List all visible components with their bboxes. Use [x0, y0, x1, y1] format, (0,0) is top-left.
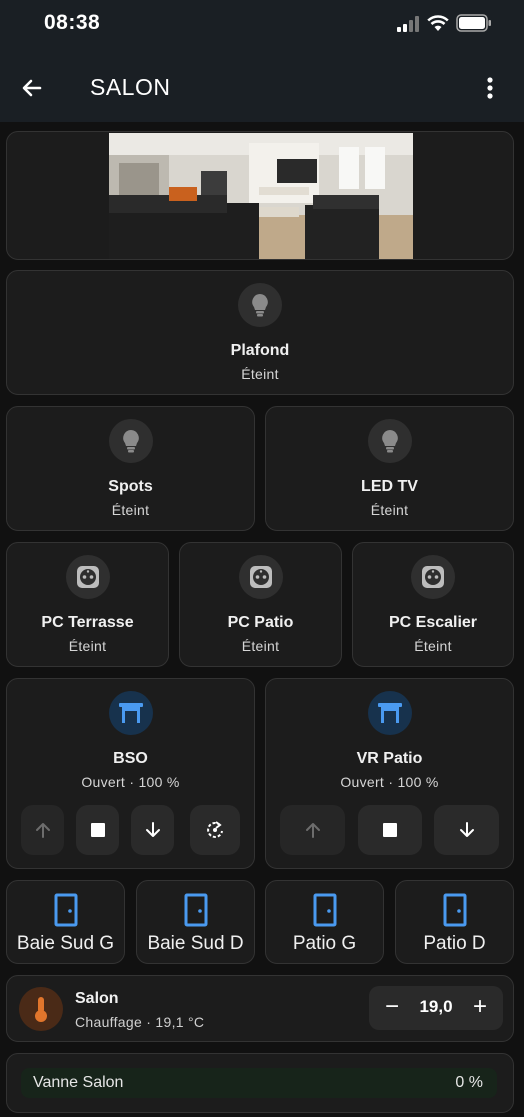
- valve-value: 0 %: [455, 1074, 483, 1091]
- power-socket-icon[interactable]: [411, 555, 455, 599]
- door-card-baie-sud-g[interactable]: Baie Sud G: [6, 880, 125, 964]
- thermostat-name: Salon: [75, 990, 119, 1007]
- light-name: Spots: [108, 478, 153, 495]
- lightbulb-icon[interactable]: [368, 419, 412, 463]
- battery-icon: [456, 14, 491, 32]
- valve-card[interactable]: Vanne Salon 0 %: [6, 1053, 514, 1113]
- arrow-up-icon: [305, 823, 320, 838]
- outlet-state: Éteint: [414, 638, 452, 654]
- cover-name: BSO: [113, 750, 148, 767]
- wifi-icon: [427, 15, 449, 31]
- stop-icon: [90, 823, 105, 837]
- thermostat-subtitle: Chauffage · 19,1 °C: [75, 1014, 205, 1030]
- outlet-card-pc-escalier[interactable]: PC Escalier Éteint: [352, 542, 514, 667]
- light-card-led-tv[interactable]: LED TV Éteint: [265, 406, 514, 531]
- door-name: Patio G: [292, 933, 357, 954]
- cover-open-button[interactable]: [21, 805, 64, 855]
- cover-close-button[interactable]: [434, 805, 499, 855]
- light-card-spots[interactable]: Spots Éteint: [6, 406, 255, 531]
- room-picture-card[interactable]: [6, 131, 514, 260]
- cover-state: Ouvert · 100 %: [340, 774, 439, 790]
- status-time: 08:38: [44, 11, 101, 34]
- light-card-plafond[interactable]: Plafond Éteint: [6, 270, 514, 395]
- more-vertical-icon[interactable]: [478, 74, 502, 102]
- living-room-photo: [109, 133, 413, 259]
- arrow-up-icon: [35, 823, 50, 838]
- thermostat-card[interactable]: Salon Chauffage · 19,1 °C − 19,0 +: [6, 975, 514, 1042]
- outlet-name: PC Terrasse: [41, 614, 134, 631]
- door-icon: [313, 893, 337, 927]
- door-card-patio-d[interactable]: Patio D: [395, 880, 514, 964]
- door-name: Patio D: [423, 933, 486, 954]
- app-bar: SALON: [0, 52, 524, 122]
- door-card-baie-sud-d[interactable]: Baie Sud D: [136, 880, 255, 964]
- arrow-down-icon: [459, 822, 474, 837]
- power-socket-icon[interactable]: [239, 555, 283, 599]
- cover-close-button[interactable]: [131, 805, 174, 855]
- status-bar: 08:38: [0, 0, 524, 52]
- window-shutter-icon[interactable]: [109, 691, 153, 735]
- outlet-name: PC Escalier: [388, 614, 478, 631]
- door-name: Baie Sud D: [147, 933, 244, 954]
- door-icon: [184, 893, 208, 927]
- stop-icon: [383, 823, 397, 837]
- door-card-patio-g[interactable]: Patio G: [265, 880, 384, 964]
- cover-stop-button[interactable]: [76, 805, 119, 855]
- valve-slider[interactable]: Vanne Salon 0 %: [21, 1068, 497, 1098]
- power-socket-icon[interactable]: [66, 555, 110, 599]
- outlet-state: Éteint: [241, 638, 280, 654]
- cover-state: Ouvert · 100 %: [81, 774, 180, 790]
- tilt-rotate-icon: [207, 821, 223, 838]
- target-temperature: 19,0: [419, 997, 453, 1016]
- cover-name: VR Patio: [356, 750, 423, 767]
- light-state: Éteint: [370, 502, 409, 518]
- outlet-card-pc-terrasse[interactable]: PC Terrasse Éteint: [6, 542, 169, 667]
- light-name: Plafond: [230, 342, 290, 359]
- lightbulb-icon[interactable]: [109, 419, 153, 463]
- door-icon: [443, 893, 467, 927]
- door-icon: [54, 893, 78, 927]
- outlet-name: PC Patio: [227, 614, 294, 631]
- lightbulb-icon[interactable]: [238, 283, 282, 327]
- outlet-card-pc-patio[interactable]: PC Patio Éteint: [179, 542, 342, 667]
- arrow-down-icon: [145, 822, 160, 837]
- cover-open-button[interactable]: [280, 805, 345, 855]
- temperature-stepper: − 19,0 +: [369, 986, 503, 1030]
- thermometer-icon[interactable]: [19, 987, 63, 1031]
- cover-card-bso[interactable]: BSO Ouvert · 100 %: [6, 678, 255, 869]
- cover-tilt-button[interactable]: [190, 805, 240, 855]
- arrow-back-icon[interactable]: [18, 74, 46, 102]
- window-shutter-icon[interactable]: [368, 691, 412, 735]
- door-name: Baie Sud G: [16, 933, 115, 954]
- decrease-temperature-button[interactable]: −: [379, 992, 405, 1022]
- valve-name: Vanne Salon: [33, 1074, 124, 1091]
- light-state: Éteint: [241, 366, 279, 382]
- cover-card-vr-patio[interactable]: VR Patio Ouvert · 100 %: [265, 678, 514, 869]
- light-name: LED TV: [361, 478, 418, 495]
- page-title: SALON: [90, 74, 171, 100]
- increase-temperature-button[interactable]: +: [467, 992, 493, 1022]
- cover-stop-button[interactable]: [358, 805, 422, 855]
- outlet-state: Éteint: [68, 638, 107, 654]
- light-state: Éteint: [111, 502, 150, 518]
